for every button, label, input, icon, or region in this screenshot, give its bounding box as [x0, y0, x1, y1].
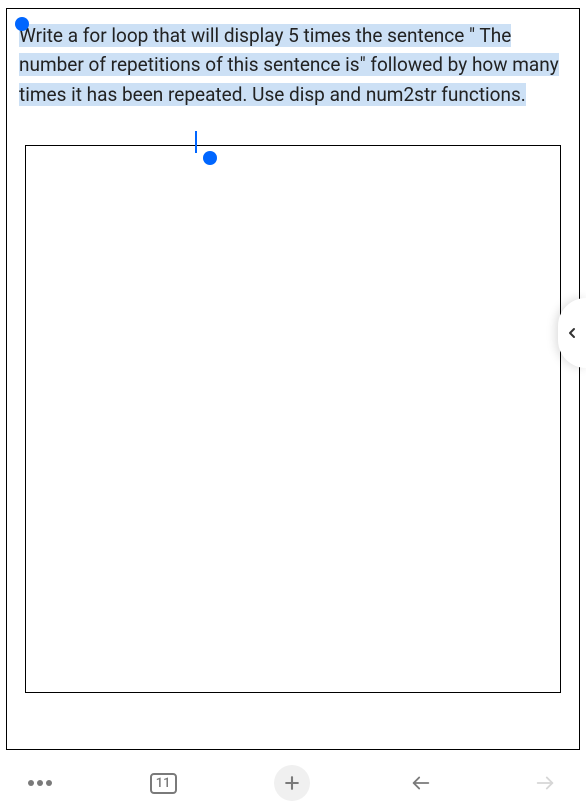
selection-handle-end[interactable] [203, 151, 217, 165]
nav-forward-button[interactable] [532, 772, 558, 794]
arrow-right-icon [532, 772, 558, 794]
page-number-badge: 11 [150, 773, 177, 794]
question-text-block[interactable]: Write a for loop that will display 5 tim… [7, 9, 579, 117]
add-button[interactable] [274, 765, 310, 801]
chevron-left-icon [564, 319, 580, 347]
document-page: Write a for loop that will display 5 tim… [6, 8, 580, 750]
plus-icon [282, 773, 302, 793]
nav-back-button[interactable] [408, 772, 434, 794]
bottom-toolbar: 11 [0, 758, 586, 808]
arrow-left-icon [408, 772, 434, 794]
more-dots-icon [28, 780, 52, 786]
page-indicator[interactable]: 11 [150, 773, 177, 794]
more-options-button[interactable] [28, 780, 52, 786]
selected-text: Write a for loop that will display 5 tim… [19, 24, 559, 106]
answer-content-box[interactable] [25, 145, 561, 693]
selection-handle-start[interactable] [15, 17, 29, 31]
text-cursor [195, 131, 197, 153]
